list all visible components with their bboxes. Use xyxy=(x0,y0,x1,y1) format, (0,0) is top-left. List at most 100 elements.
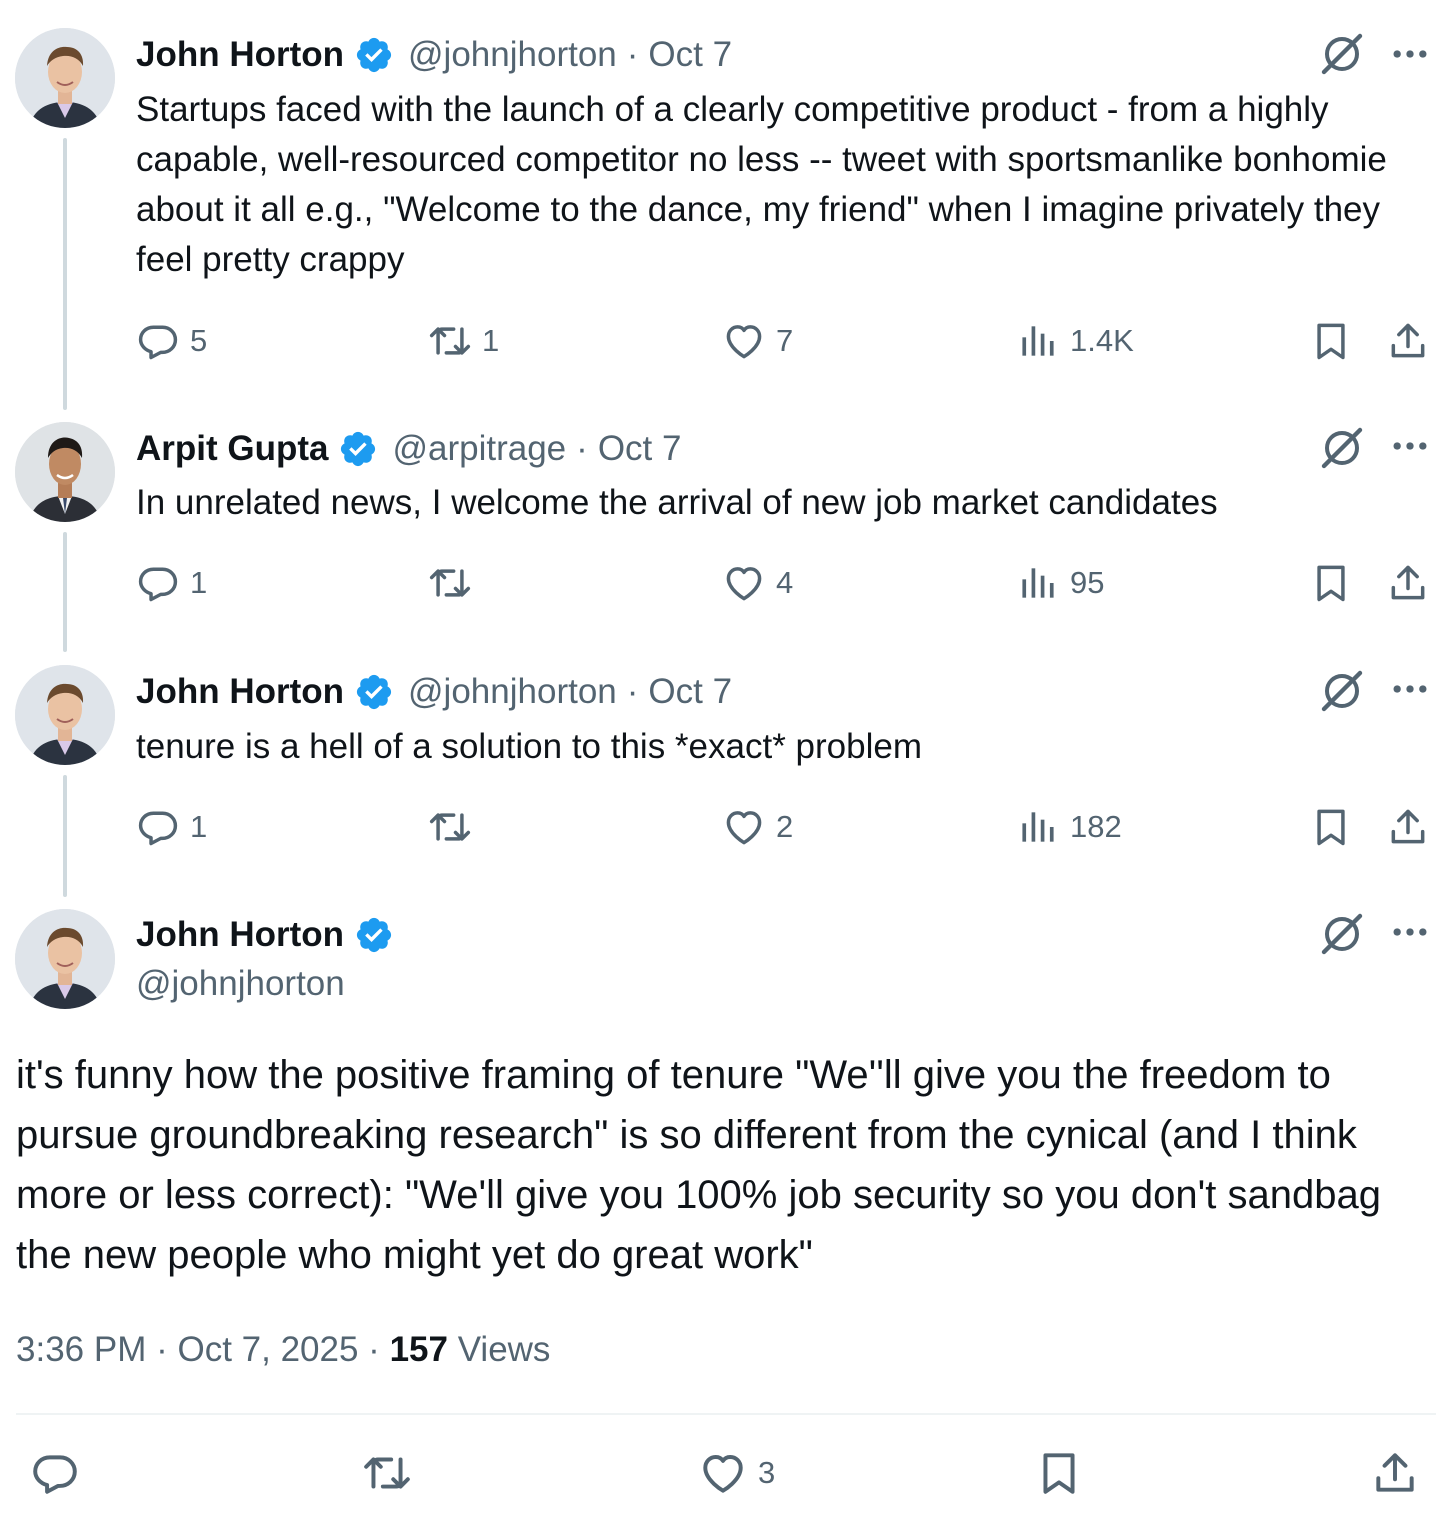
views-count: 182 xyxy=(1070,809,1122,844)
tweet-date[interactable]: Oct 7 xyxy=(648,672,732,712)
reply-button[interactable]: 5 xyxy=(136,316,207,366)
like-count: 4 xyxy=(776,565,794,600)
repost-icon xyxy=(428,319,472,363)
views-button[interactable]: 1.4K xyxy=(1016,316,1134,366)
views-icon xyxy=(1016,561,1060,605)
reply-button[interactable]: 1 xyxy=(136,558,207,608)
reply-count: 1 xyxy=(190,809,208,844)
tweet-header: John Horton @johnjhorton · Oct 7 xyxy=(136,30,732,80)
main-tweet-text: it's funny how the positive framing of t… xyxy=(16,1053,1381,1277)
views-icon xyxy=(1016,319,1060,363)
reply-button[interactable]: 1 xyxy=(136,802,207,852)
bookmark-button[interactable] xyxy=(1034,1448,1084,1498)
author-name[interactable]: John Horton xyxy=(136,672,344,712)
separator: · xyxy=(626,35,639,74)
views-count: 95 xyxy=(1070,565,1105,600)
views-button[interactable]: 182 xyxy=(1016,802,1122,852)
repost-button[interactable] xyxy=(428,802,482,852)
tweet-text: Startups faced with the launch of a clea… xyxy=(136,90,1387,279)
avatar[interactable] xyxy=(15,909,115,1009)
avatar-photo-icon xyxy=(15,665,115,765)
thread-line xyxy=(63,138,67,410)
tweet-date[interactable]: Oct 7 xyxy=(598,429,682,469)
reply-count: 5 xyxy=(190,323,208,358)
like-button[interactable]: 2 xyxy=(722,802,793,852)
grok-icon[interactable] xyxy=(1318,910,1366,958)
views-count: 157 xyxy=(389,1330,448,1369)
grok-icon[interactable] xyxy=(1318,424,1366,472)
reply-count: 1 xyxy=(190,565,208,600)
share-button[interactable] xyxy=(1370,1448,1420,1498)
author-handle[interactable]: @arpitrage xyxy=(392,429,566,469)
like-button[interactable]: 3 xyxy=(698,1448,775,1498)
tweet-header: John Horton xyxy=(136,910,408,960)
repost-button[interactable]: 1 xyxy=(428,316,499,366)
author-handle[interactable]: @johnjhorton xyxy=(408,35,617,75)
more-icon[interactable] xyxy=(1388,424,1432,468)
share-icon xyxy=(1370,1448,1420,1498)
separator: · xyxy=(368,1330,380,1369)
repost-button[interactable] xyxy=(362,1448,422,1498)
bookmark-icon xyxy=(1309,319,1353,363)
verified-badge-icon[interactable] xyxy=(354,672,394,712)
bookmark-button[interactable] xyxy=(1309,558,1353,608)
like-icon xyxy=(722,805,766,849)
separator: · xyxy=(156,1330,168,1369)
avatar-photo-icon xyxy=(15,909,115,1009)
repost-icon xyxy=(362,1448,412,1498)
share-button[interactable] xyxy=(1386,316,1430,366)
like-count: 2 xyxy=(776,809,794,844)
reply-button[interactable] xyxy=(30,1448,90,1498)
more-icon[interactable] xyxy=(1388,910,1432,954)
repost-count: 1 xyxy=(482,323,500,358)
avatar[interactable] xyxy=(15,665,115,765)
repost-button[interactable] xyxy=(428,558,482,608)
author-name[interactable]: Arpit Gupta xyxy=(136,429,328,469)
like-icon xyxy=(698,1448,748,1498)
tweet-meta: 3:36 PM · Oct 7, 2025 · 157 Views xyxy=(16,1330,550,1370)
more-icon[interactable] xyxy=(1388,667,1432,711)
share-button[interactable] xyxy=(1386,802,1430,852)
separator: · xyxy=(626,672,639,711)
share-icon xyxy=(1386,561,1430,605)
bookmark-button[interactable] xyxy=(1309,316,1353,366)
avatar-photo-icon xyxy=(15,422,115,522)
share-button[interactable] xyxy=(1386,558,1430,608)
views-icon xyxy=(1016,805,1060,849)
like-icon xyxy=(722,319,766,363)
verified-badge-icon[interactable] xyxy=(338,429,378,469)
share-icon xyxy=(1386,805,1430,849)
tweet-time[interactable]: 3:36 PM xyxy=(16,1330,146,1369)
avatar[interactable] xyxy=(15,422,115,522)
repost-icon xyxy=(428,805,472,849)
action-bar: 5 1 7 1.4K xyxy=(0,316,1456,366)
verified-badge-icon[interactable] xyxy=(354,35,394,75)
reply-icon xyxy=(136,319,180,363)
reply-icon xyxy=(136,805,180,849)
more-icon[interactable] xyxy=(1388,32,1432,76)
separator: · xyxy=(576,429,588,468)
tweet-date[interactable]: Oct 7 xyxy=(648,35,732,75)
action-bar: 1 4 95 xyxy=(0,558,1456,608)
like-button[interactable]: 7 xyxy=(722,316,793,366)
like-button[interactable]: 4 xyxy=(722,558,793,608)
tweet-date[interactable]: Oct 7, 2025 xyxy=(177,1330,358,1369)
bookmark-button[interactable] xyxy=(1309,802,1353,852)
views-label: Views xyxy=(457,1330,551,1369)
author-name[interactable]: John Horton xyxy=(136,915,344,955)
bookmark-icon xyxy=(1309,805,1353,849)
action-bar: 3 xyxy=(0,1448,1456,1498)
avatar[interactable] xyxy=(15,28,115,128)
tweet-header: Arpit Gupta @arpitrage · Oct 7 xyxy=(136,424,681,474)
repost-icon xyxy=(428,561,472,605)
author-handle[interactable]: @johnjhorton xyxy=(136,964,345,1004)
views-button[interactable]: 95 xyxy=(1016,558,1104,608)
grok-icon[interactable] xyxy=(1318,667,1366,715)
grok-icon[interactable] xyxy=(1318,30,1366,78)
bookmark-icon xyxy=(1034,1448,1084,1498)
verified-badge-icon[interactable] xyxy=(354,915,394,955)
author-name[interactable]: John Horton xyxy=(136,35,344,75)
like-icon xyxy=(722,561,766,605)
author-handle[interactable]: @johnjhorton xyxy=(408,672,617,712)
tweet-header: John Horton @johnjhorton · Oct 7 xyxy=(136,667,732,717)
